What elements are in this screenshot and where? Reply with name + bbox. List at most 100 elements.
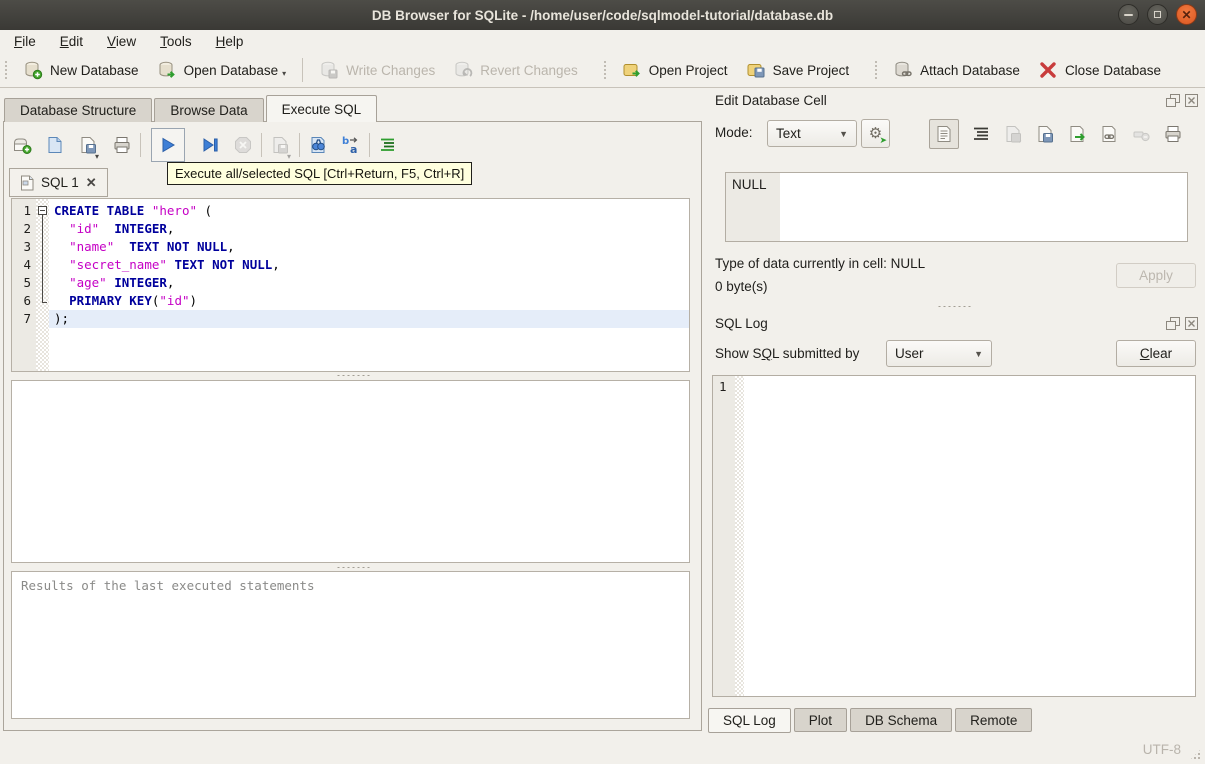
results-placeholder: Results of the last executed statements [21, 578, 315, 593]
window-title: DB Browser for SQLite - /home/user/code/… [371, 7, 834, 23]
dock-tab-bar: SQL Log Plot DB Schema Remote [708, 708, 1033, 733]
print-cell-icon[interactable] [1163, 124, 1183, 144]
cell-type-info: Type of data currently in cell: NULL [715, 256, 926, 271]
sql-log-view[interactable]: 1 [712, 375, 1196, 697]
database-open-icon [159, 61, 175, 78]
database-close-icon [1040, 62, 1056, 78]
menu-view[interactable]: View [97, 32, 146, 51]
float-dock-icon[interactable] [1166, 94, 1180, 107]
menu-file[interactable]: File [4, 32, 46, 51]
edit-cell-dock-title: Edit Database Cell [715, 93, 827, 108]
sql-log-dock-title: SQL Log [715, 316, 768, 331]
save-file-icon[interactable] [1035, 124, 1055, 144]
log-filter-value: User [895, 346, 924, 361]
new-sql-tab-icon[interactable] [12, 135, 32, 155]
save-sql-dropdown-caret[interactable]: ▾ [95, 152, 99, 163]
sql-log-dock-buttons [1166, 317, 1198, 330]
editor-line[interactable]: 5 "age" INTEGER, [12, 274, 689, 292]
editor-line[interactable]: 1 CREATE TABLE "hero" ( [12, 202, 689, 221]
tab-browse-data[interactable]: Browse Data [154, 98, 264, 122]
status-bar: UTF-8 [0, 735, 1205, 764]
open-project-button[interactable]: Open Project [613, 56, 737, 84]
resize-grip[interactable] [1189, 748, 1202, 761]
tab-remote[interactable]: Remote [955, 708, 1033, 732]
sql-toolbar: ▾ ▾ b a [12, 127, 398, 163]
import-file-icon [1006, 126, 1022, 143]
save-project-button[interactable]: Save Project [737, 56, 859, 84]
print-icon[interactable] [112, 135, 132, 155]
auto-switch-mode-button[interactable]: ⚙ ➤ [861, 119, 890, 148]
database-write-icon [321, 61, 338, 79]
toolbar-drag-handle[interactable] [602, 60, 608, 80]
encoding-indicator[interactable]: UTF-8 [1143, 742, 1181, 757]
log-filter-label: Show SQL submitted by [715, 346, 860, 361]
new-database-label: New Database [50, 62, 139, 78]
set-null-icon [1133, 131, 1150, 142]
tab-sql-log[interactable]: SQL Log [708, 708, 791, 733]
title-bar: DB Browser for SQLite - /home/user/code/… [0, 0, 1205, 30]
splitter-handle[interactable] [335, 374, 370, 377]
log-line-number: 1 [713, 376, 735, 696]
clear-log-button[interactable]: Clear [1116, 340, 1196, 367]
menu-bar: File Edit View Tools Help [0, 30, 1205, 53]
link-document-icon[interactable] [1099, 124, 1119, 144]
cell-value-editor[interactable]: NULL [725, 172, 1188, 242]
attach-database-button[interactable]: Attach Database [884, 56, 1029, 84]
text-mode-button[interactable] [929, 119, 959, 149]
find-icon[interactable] [308, 135, 328, 155]
right-dock: Edit Database Cell Mode: Text ▼ ⚙ ➤ NULL… [703, 88, 1205, 735]
window-controls: ✕ [1118, 4, 1197, 25]
maximize-button[interactable] [1147, 4, 1168, 25]
menu-help[interactable]: Help [206, 32, 254, 51]
open-database-button[interactable]: Open Database ▾ [148, 56, 296, 84]
minimize-button[interactable] [1118, 4, 1139, 25]
close-dock-icon[interactable] [1185, 94, 1198, 107]
close-dock-icon[interactable] [1185, 317, 1198, 330]
sql-tab-close-icon[interactable]: ✕ [86, 175, 97, 191]
editor-line[interactable]: 6 PRIMARY KEY("id") [12, 292, 689, 310]
execute-sql-icon [162, 137, 175, 153]
tab-plot[interactable]: Plot [793, 708, 848, 732]
sql-file-tab[interactable]: SQL 1 ✕ [9, 168, 108, 197]
close-button[interactable]: ✕ [1176, 4, 1197, 25]
query-secondary-pane [11, 380, 690, 563]
sql-code-editor[interactable]: 1 CREATE TABLE "hero" (2 "id" INTEGER, 3 "… [11, 198, 690, 372]
svg-text:a: a [350, 143, 357, 155]
fold-collapse-icon[interactable] [38, 206, 47, 215]
open-database-dropdown-caret[interactable]: ▾ [282, 69, 286, 80]
tab-db-schema[interactable]: DB Schema [850, 708, 953, 732]
save-project-label: Save Project [772, 62, 850, 78]
revert-changes-button: Revert Changes [444, 56, 587, 84]
open-sql-file-icon[interactable] [45, 135, 65, 155]
editor-line[interactable]: 3 "name" TEXT NOT NULL, [12, 238, 689, 256]
execute-sql-button[interactable] [151, 128, 186, 162]
menu-edit[interactable]: Edit [50, 32, 93, 51]
edit-cell-dock-buttons [1166, 94, 1198, 107]
sql-document-icon [21, 175, 34, 190]
close-database-button[interactable]: Close Database [1029, 56, 1170, 84]
cell-value: NULL [732, 177, 767, 192]
write-changes-button: Write Changes [310, 56, 444, 84]
replace-icon[interactable]: b a [341, 135, 361, 155]
toolbar-drag-handle[interactable] [874, 60, 880, 80]
format-sql-icon[interactable] [378, 135, 398, 155]
menu-tools[interactable]: Tools [150, 32, 202, 51]
main-toolbar: New Database Open Database ▾ Write Chang… [0, 53, 1205, 88]
editor-line[interactable]: 7); [12, 310, 689, 328]
float-dock-icon[interactable] [1166, 317, 1180, 330]
editor-line[interactable]: 4 "secret_name" TEXT NOT NULL, [12, 256, 689, 274]
dock-splitter-handle[interactable] [937, 305, 971, 308]
project-open-icon [623, 64, 640, 77]
write-changes-label: Write Changes [346, 62, 436, 78]
editor-line[interactable]: 2 "id" INTEGER, [12, 220, 689, 238]
splitter-handle[interactable] [335, 566, 370, 569]
tab-execute-sql[interactable]: Execute SQL [265, 95, 378, 122]
new-database-button[interactable]: New Database [14, 56, 148, 84]
execute-current-line-icon[interactable] [200, 135, 220, 155]
log-filter-select[interactable]: User ▼ [886, 340, 992, 367]
export-file-icon[interactable] [1067, 124, 1087, 144]
tab-database-structure[interactable]: Database Structure [4, 98, 153, 122]
mode-select[interactable]: Text ▼ [767, 120, 857, 147]
toolbar-drag-handle[interactable] [4, 60, 9, 80]
word-wrap-icon[interactable] [971, 124, 991, 144]
